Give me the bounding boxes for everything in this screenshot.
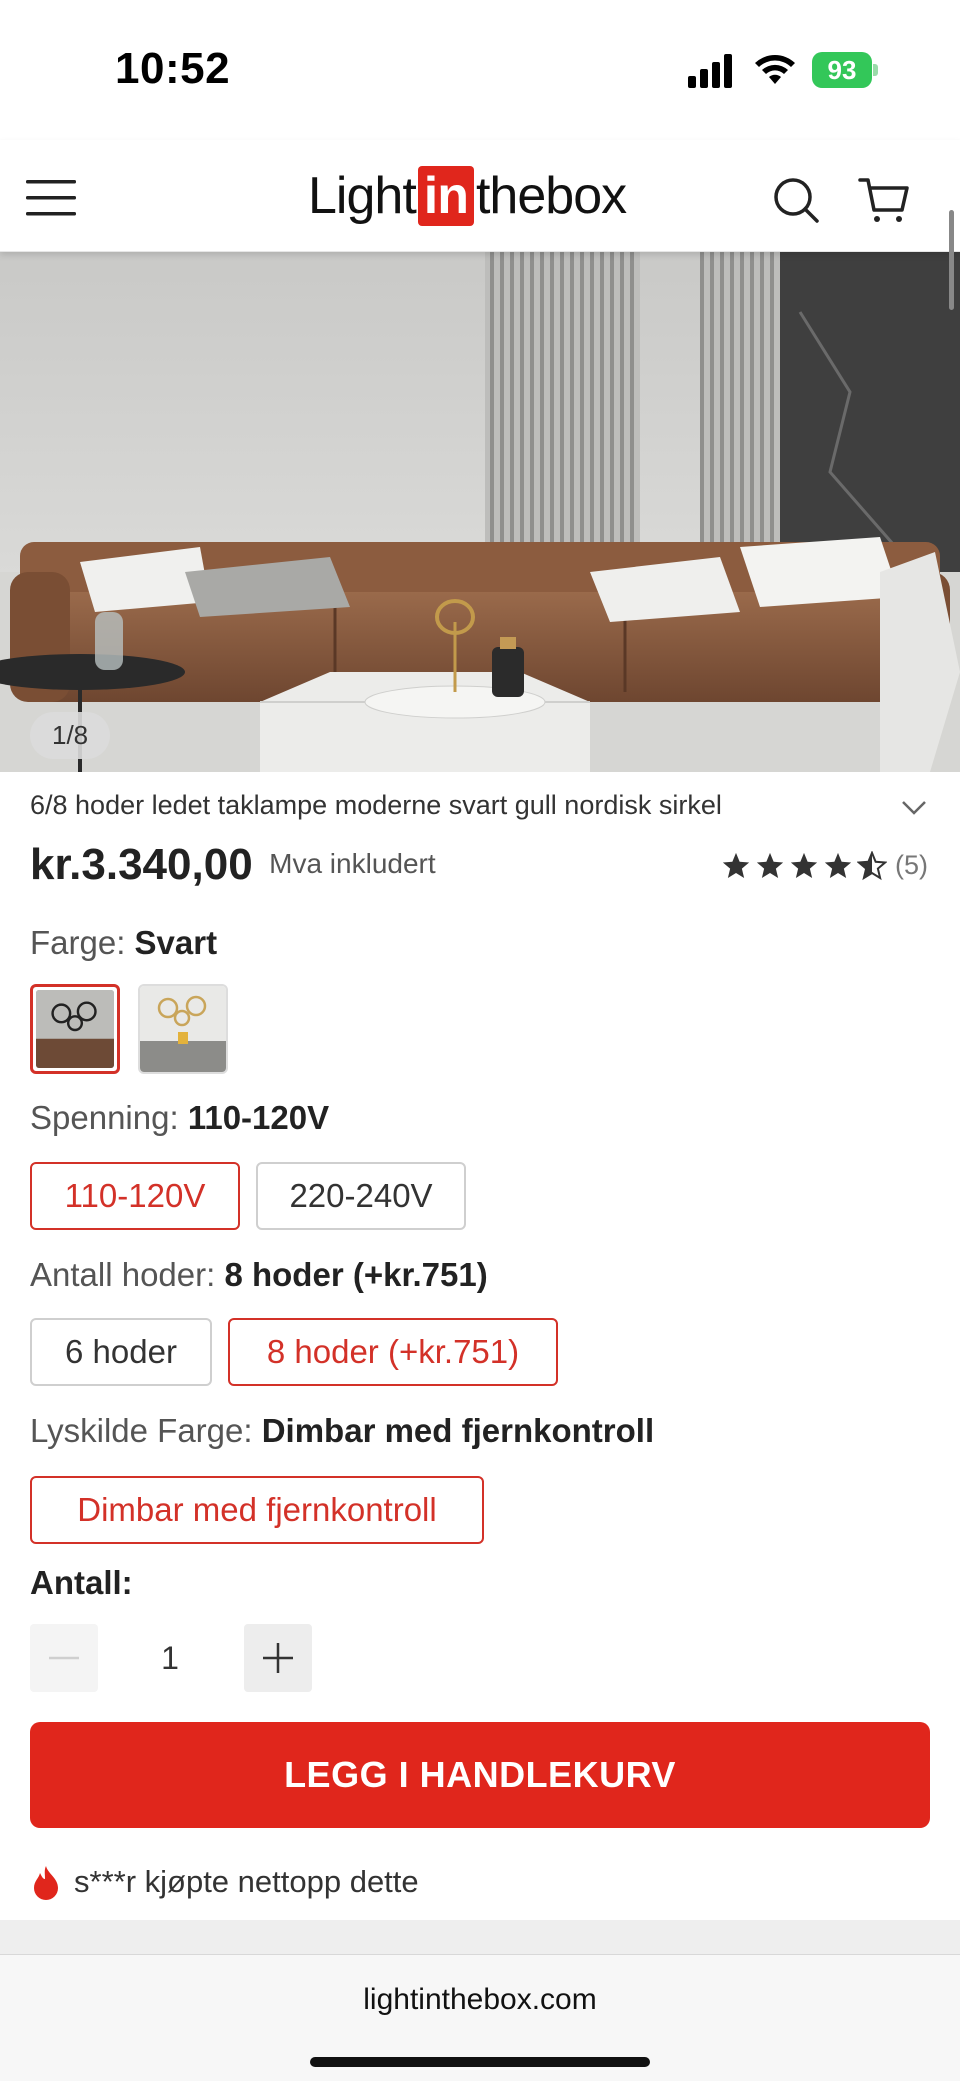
star-icon — [824, 852, 852, 878]
logo-light-text: Light — [308, 167, 417, 225]
shopping-cart-icon[interactable] — [858, 176, 910, 224]
cellular-signal-icon — [688, 54, 732, 88]
light-color-label-text: Lyskilde Farge: — [30, 1412, 253, 1449]
fire-icon — [34, 1866, 58, 1900]
home-indicator — [310, 2057, 650, 2067]
heads-option-6[interactable]: 6 hoder — [30, 1318, 212, 1386]
section-divider — [0, 1920, 960, 1954]
battery-icon: 93 — [812, 52, 878, 88]
voltage-label-text: Spenning: — [30, 1099, 179, 1136]
star-icon — [790, 852, 818, 878]
product-title: 6/8 hoder ledet taklampe moderne svart g… — [30, 790, 722, 820]
battery-level: 93 — [812, 52, 872, 88]
url-text[interactable]: lightinthebox.com — [0, 1983, 960, 2017]
site-header: Light in thebox — [0, 140, 960, 252]
color-selected-value: Svart — [134, 924, 218, 961]
color-swatch-black[interactable] — [30, 984, 120, 1074]
voltage-selected-value: 110-120V — [187, 1099, 330, 1136]
wifi-icon — [755, 55, 795, 84]
site-logo[interactable]: Light in thebox — [308, 160, 627, 232]
search-icon[interactable] — [772, 176, 820, 224]
product-photo — [0, 252, 960, 772]
plus-icon — [263, 1643, 293, 1673]
add-to-cart-button[interactable]: LEGG I HANDLEKURV — [30, 1722, 930, 1828]
slide-counter: 1/8 — [30, 712, 111, 759]
review-count: (5) — [895, 850, 928, 880]
minus-icon — [49, 1656, 79, 1660]
color-label-text: Farge: — [30, 924, 126, 961]
voltage-option-label: Spenning: 110-120V — [30, 1099, 329, 1137]
scrollbar[interactable] — [949, 210, 954, 310]
logo-in-text: in — [417, 166, 474, 226]
price-row: kr.3.340,00 Mva inkludert (5) — [30, 840, 930, 900]
product-price: kr.3.340,00 — [30, 840, 253, 889]
voltage-option-220-240v[interactable]: 220-240V — [256, 1162, 466, 1230]
voltage-option-110-120v[interactable]: 110-120V — [30, 1162, 240, 1230]
light-color-option-label: Lyskilde Farge: Dimbar med fjernkontroll — [30, 1412, 654, 1450]
heads-option-label: Antall hoder: 8 hoder (+kr.751) — [30, 1256, 488, 1294]
star-icon — [722, 852, 750, 878]
vat-note: Mva inkludert — [269, 848, 436, 879]
quantity-label: Antall: — [30, 1564, 133, 1601]
chevron-down-icon[interactable] — [900, 798, 928, 818]
product-title-row[interactable]: 6/8 hoder ledet taklampe moderne svart g… — [30, 790, 930, 830]
browser-address-bar[interactable]: lightinthebox.com — [0, 1954, 960, 2081]
color-option-label: Farge: Svart — [30, 924, 217, 962]
quantity-increase-button[interactable] — [244, 1624, 312, 1692]
recent-purchase-notice: s***r kjøpte nettopp dette — [30, 1860, 419, 1904]
light-color-option-dimmable[interactable]: Dimbar med fjernkontroll — [30, 1476, 484, 1544]
logo-thebox-text: thebox — [475, 167, 627, 225]
status-bar: 10:52 93 — [0, 0, 960, 140]
heads-label-text: Antall hoder: — [30, 1256, 216, 1293]
rating-stars[interactable]: (5) — [721, 850, 928, 881]
heads-selected-value: 8 hoder (+kr.751) — [224, 1256, 488, 1293]
color-swatch-gold[interactable] — [138, 984, 228, 1074]
product-image-gallery[interactable]: 1/8 — [0, 252, 960, 772]
recent-purchase-text: s***r kjøpte nettopp dette — [74, 1864, 419, 1899]
light-color-selected-value: Dimbar med fjernkontroll — [261, 1412, 655, 1449]
quantity-value[interactable]: 1 — [140, 1624, 200, 1692]
status-time: 10:52 — [115, 44, 231, 93]
star-icon — [756, 852, 784, 878]
hamburger-menu-icon[interactable] — [26, 178, 76, 218]
half-star-icon — [857, 850, 887, 880]
quantity-decrease-button[interactable] — [30, 1624, 98, 1692]
heads-option-8[interactable]: 8 hoder (+kr.751) — [228, 1318, 558, 1386]
